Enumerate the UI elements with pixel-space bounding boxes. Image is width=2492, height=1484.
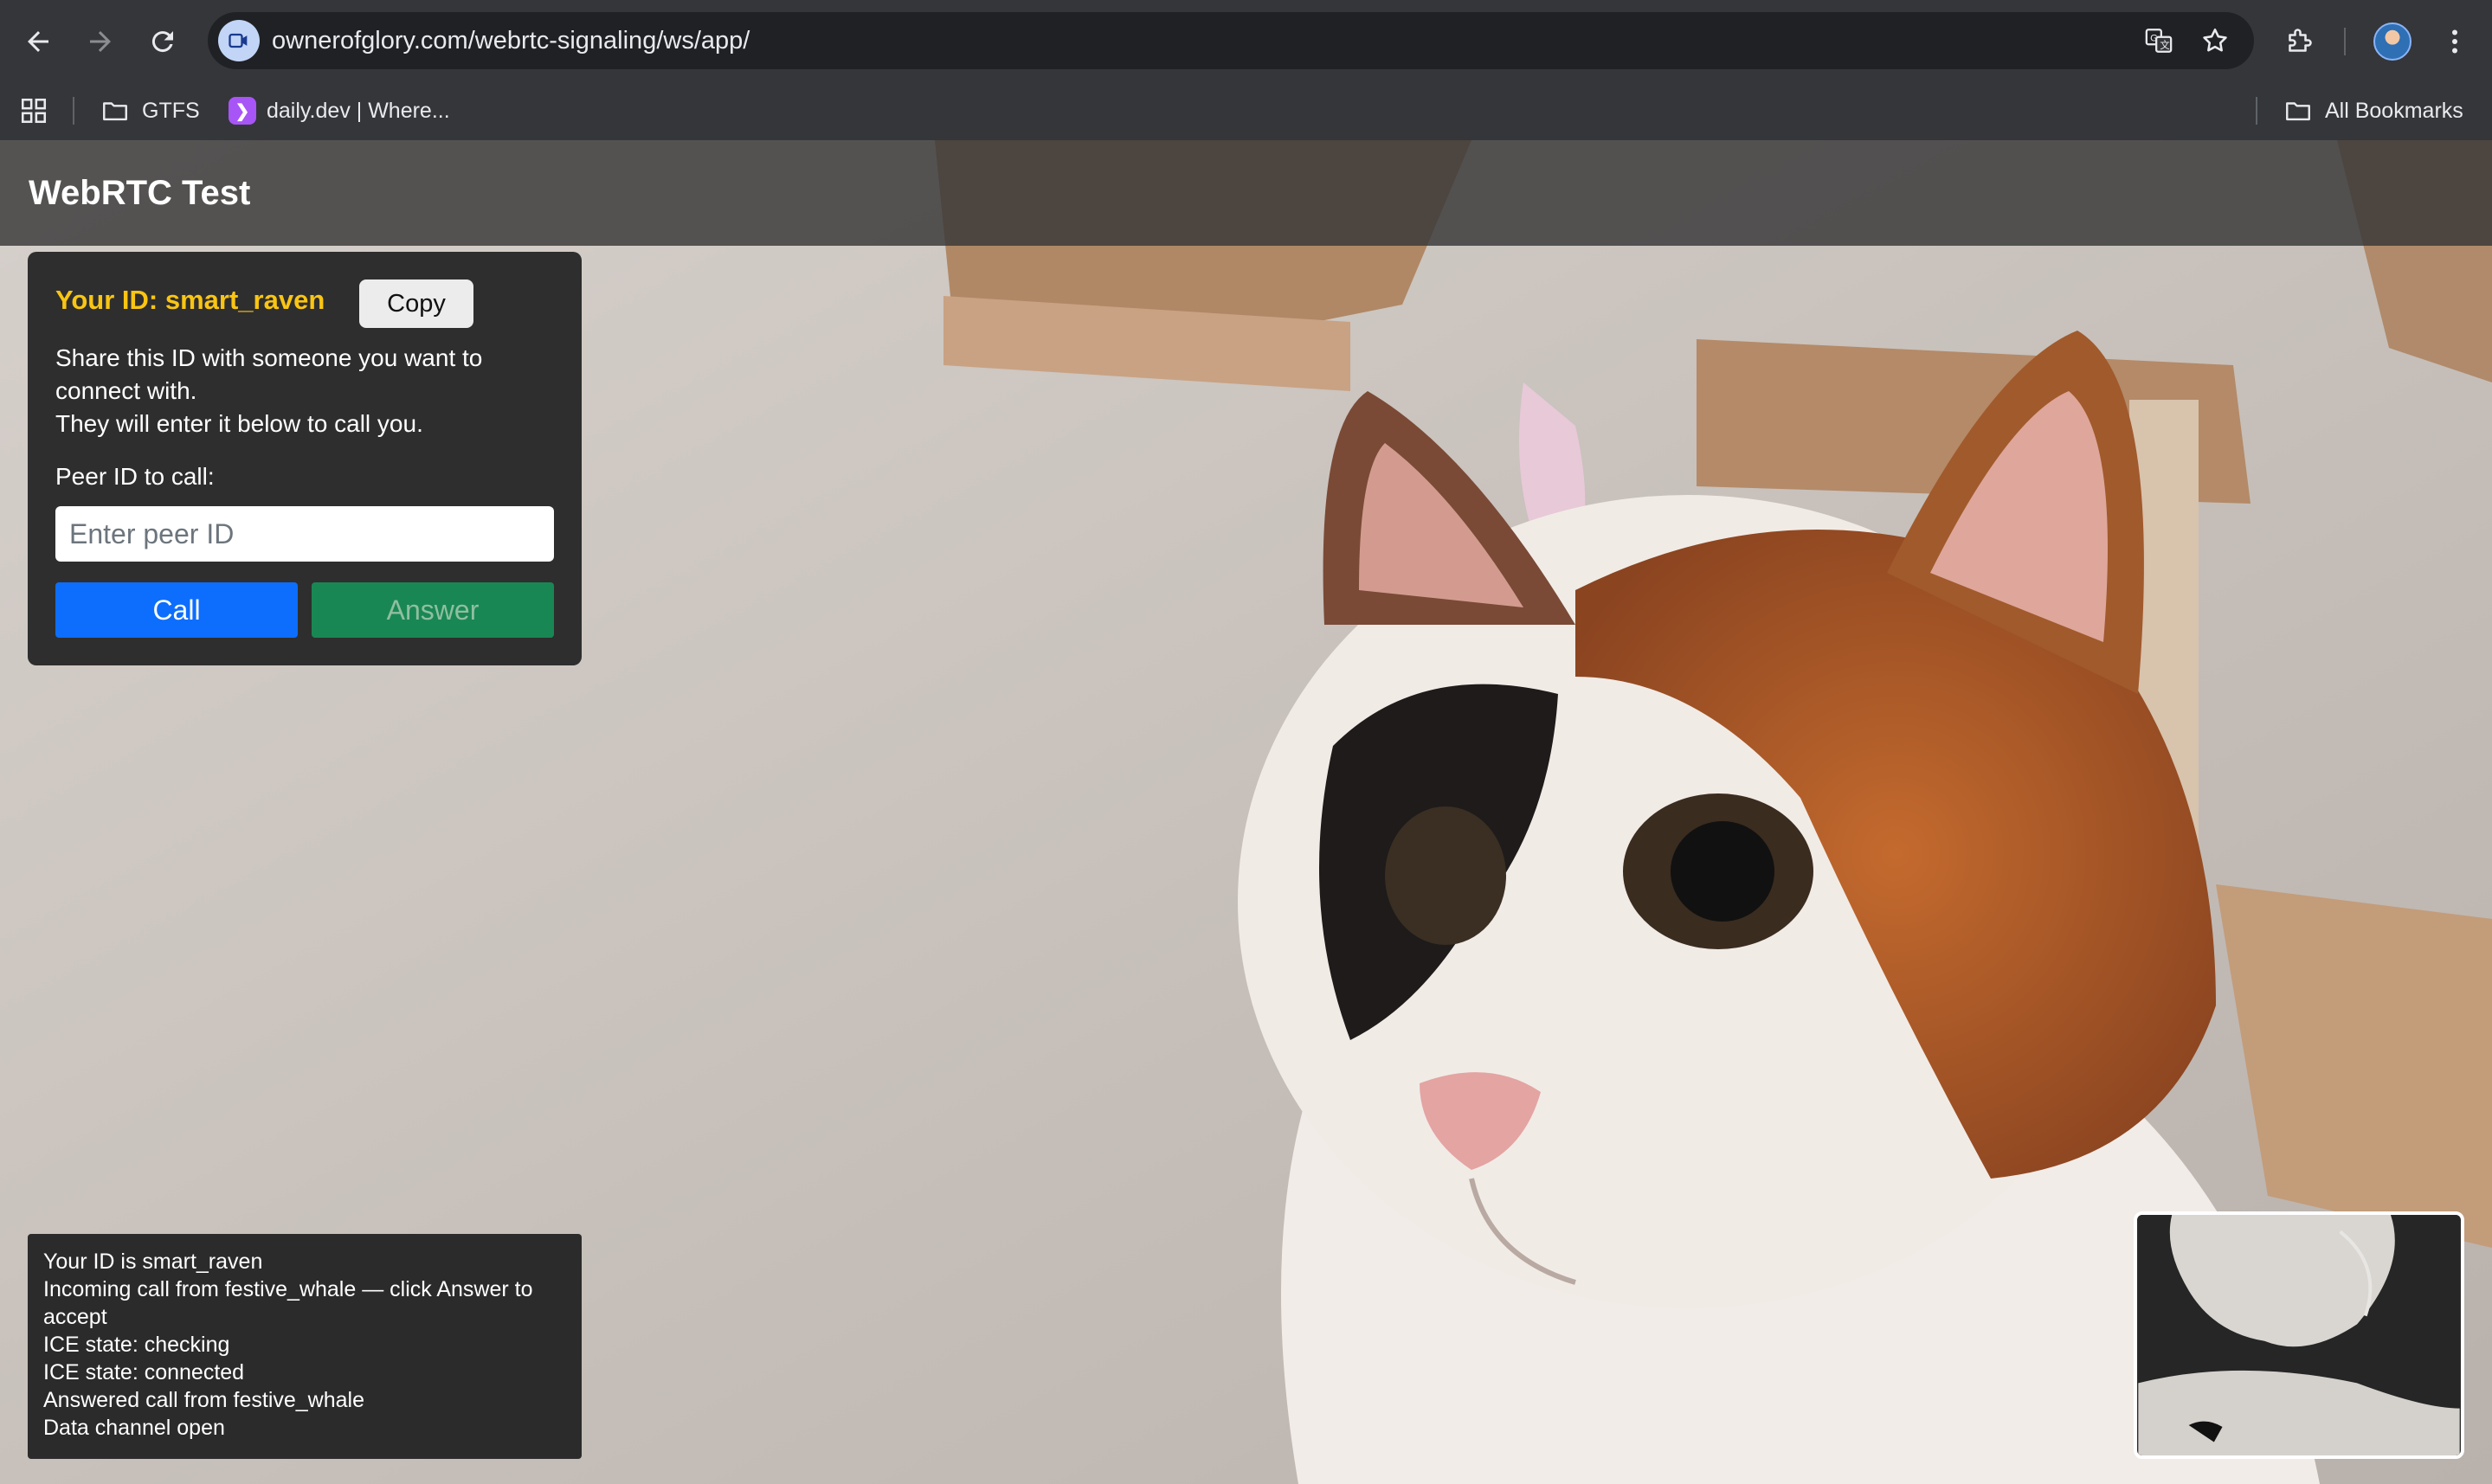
app-header: WebRTC Test [0,140,2492,246]
folder-icon [2286,102,2310,121]
copy-button[interactable]: Copy [359,279,473,328]
call-panel: Your ID: smart_raven Copy Share this ID … [28,252,582,665]
your-id-label: Your ID: smart_raven [55,285,325,315]
log-line: Your ID is smart_raven [43,1250,263,1274]
share-text-line: They will enter it below to call you. [55,410,423,437]
webrtc-page: WebRTC Test Your ID: smart_raven Copy Sh… [0,140,2492,1484]
bookmarks-divider [73,97,74,125]
share-instructions: Share this ID with someone you want to c… [55,342,540,440]
arrow-left-icon [28,31,48,52]
call-button[interactable]: Call [55,582,298,638]
back-button[interactable] [14,17,62,66]
forward-button[interactable] [76,17,125,66]
share-text-line: Share this ID with someone you want to c… [55,344,483,404]
log-line: Incoming call from festive_whale — click… [43,1277,533,1329]
folder-icon [103,102,127,121]
profile-avatar[interactable] [2373,22,2412,61]
apps-grid-icon[interactable] [19,81,48,140]
menu-kebab-icon[interactable] [2431,17,2479,66]
status-log: Your ID is smart_raven Incoming call fro… [28,1234,582,1459]
local-video [2134,1211,2464,1459]
answer-button[interactable]: Answer [312,582,554,638]
site-info-icon[interactable] [218,20,260,61]
browser-toolbar: ownerofglory.com/webrtc-signaling/ws/app… [0,0,2492,81]
dailydev-icon: ❯ [229,97,256,125]
bookmark-star-icon[interactable] [2195,21,2235,61]
bookmark-dailydev[interactable]: ❯ daily.dev | Where... [229,81,450,140]
extensions-icon[interactable] [2275,17,2323,66]
address-bar[interactable]: ownerofglory.com/webrtc-signaling/ws/app… [208,12,2254,69]
bookmark-label: daily.dev | Where... [267,98,450,123]
log-line: Answered call from festive_whale [43,1388,364,1412]
log-line: Data channel open [43,1416,225,1440]
bookmark-gtfs[interactable]: GTFS [100,81,200,140]
peer-id-label: Peer ID to call: [55,463,215,490]
svg-text:文: 文 [2160,39,2169,51]
bookmarks-divider [2256,97,2257,125]
bookmarks-bar: GTFS ❯ daily.dev | Where... All Bookmark… [0,81,2492,140]
local-video-frame [2138,1215,2460,1455]
url-text[interactable]: ownerofglory.com/webrtc-signaling/ws/app… [272,12,750,69]
all-bookmarks-label: All Bookmarks [2325,98,2463,123]
page-title: WebRTC Test [29,174,251,212]
reload-button[interactable] [138,17,187,66]
reload-icon [151,31,173,53]
translate-icon[interactable]: G文 [2139,21,2179,61]
video-camera-icon [229,33,248,48]
log-line: ICE state: checking [43,1333,230,1357]
peer-id-input[interactable] [55,506,554,562]
log-line: ICE state: connected [43,1360,245,1384]
bookmark-label: GTFS [142,98,200,123]
all-bookmarks-button[interactable]: All Bookmarks [2283,81,2463,140]
arrow-right-icon [90,31,111,52]
toolbar-divider [2344,28,2346,55]
